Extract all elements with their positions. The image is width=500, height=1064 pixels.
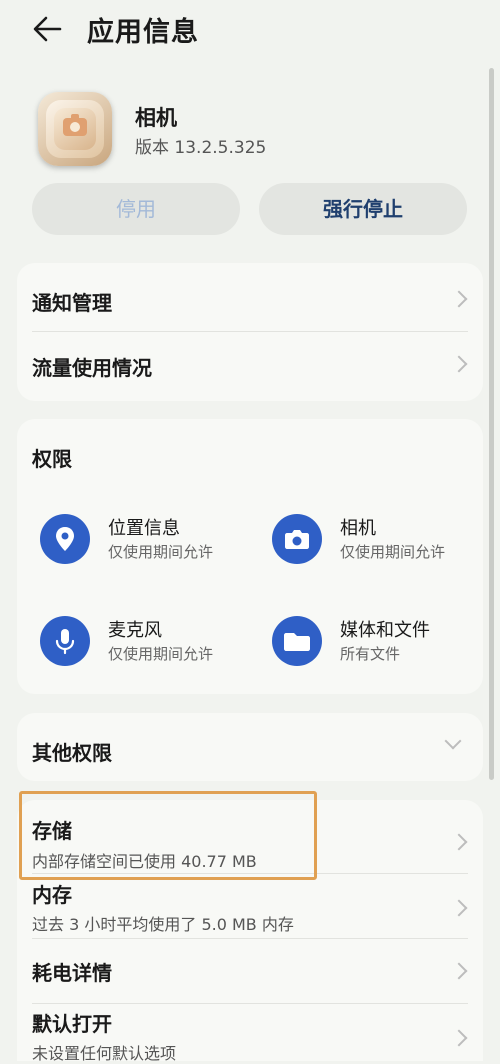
- settings-card: 通知管理 流量使用情况: [17, 263, 483, 401]
- camera-icon: [272, 514, 322, 564]
- disable-button[interactable]: 停用: [32, 183, 240, 235]
- default-open-text: 未设置任何默认选项: [32, 1044, 177, 1063]
- permission-microphone[interactable]: 麦克风 仅使用期间允许: [40, 616, 260, 672]
- default-open-item[interactable]: 默认打开 未设置任何默认选项: [17, 1004, 483, 1063]
- storage-item[interactable]: 存储 内部存储空间已使用 40.77 MB: [17, 800, 483, 872]
- memory-usage-text: 过去 3 小时平均使用了 5.0 MB 内存: [32, 915, 294, 934]
- chevron-right-icon: [450, 1029, 468, 1047]
- force-stop-button[interactable]: 强行停止: [259, 183, 467, 235]
- permission-name: 相机: [340, 518, 376, 539]
- permission-name: 麦克风: [108, 620, 162, 641]
- permission-desc: 仅使用期间允许: [340, 543, 446, 561]
- permission-camera[interactable]: 相机 仅使用期间允许: [272, 514, 492, 570]
- storage-title: 存储: [32, 819, 72, 843]
- chevron-right-icon: [450, 899, 468, 917]
- permission-media-files[interactable]: 媒体和文件 所有文件: [272, 616, 492, 672]
- battery-details-item[interactable]: 耗电详情: [17, 939, 483, 1003]
- traffic-usage-label: 流量使用情况: [32, 356, 152, 380]
- chevron-down-icon: [444, 732, 462, 750]
- permission-desc: 仅使用期间允许: [108, 543, 214, 561]
- location-pin-icon: [40, 514, 90, 564]
- chevron-right-icon: [450, 355, 468, 373]
- header: 应用信息: [0, 0, 500, 60]
- permission-desc: 所有文件: [340, 645, 401, 663]
- permissions-card: 权限 位置信息 仅使用期间允许 相机 仅使用期间允许 麦克风 仅使用期间允许 媒…: [17, 419, 483, 694]
- permission-name: 位置信息: [108, 518, 180, 539]
- permission-desc: 仅使用期间允许: [108, 645, 214, 663]
- camera-app-icon: [38, 92, 112, 166]
- battery-details-title: 耗电详情: [32, 961, 112, 985]
- notification-management-item[interactable]: 通知管理: [17, 263, 483, 331]
- other-permissions-card[interactable]: 其他权限: [17, 713, 483, 781]
- chevron-right-icon: [450, 833, 468, 851]
- chevron-right-icon: [450, 962, 468, 980]
- app-name: 相机: [135, 106, 177, 130]
- memory-item[interactable]: 内存 过去 3 小时平均使用了 5.0 MB 内存: [17, 874, 483, 938]
- scrollbar[interactable]: [489, 68, 494, 780]
- app-version: 版本 13.2.5.325: [135, 138, 267, 158]
- chevron-right-icon: [450, 290, 468, 308]
- other-permissions-label: 其他权限: [32, 741, 112, 765]
- microphone-icon: [40, 616, 90, 666]
- back-arrow-icon[interactable]: [30, 14, 64, 44]
- page-title: 应用信息: [87, 17, 199, 48]
- notification-management-label: 通知管理: [32, 291, 112, 315]
- default-open-title: 默认打开: [32, 1012, 112, 1036]
- permissions-title: 权限: [32, 447, 72, 471]
- usage-card: 存储 内部存储空间已使用 40.77 MB 内存 过去 3 小时平均使用了 5.…: [17, 800, 483, 1063]
- permission-name: 媒体和文件: [340, 620, 430, 641]
- storage-usage-text: 内部存储空间已使用 40.77 MB: [32, 852, 257, 871]
- memory-title: 内存: [32, 883, 72, 907]
- traffic-usage-item[interactable]: 流量使用情况: [17, 332, 483, 401]
- folder-icon: [272, 616, 322, 666]
- permission-location[interactable]: 位置信息 仅使用期间允许: [40, 514, 260, 570]
